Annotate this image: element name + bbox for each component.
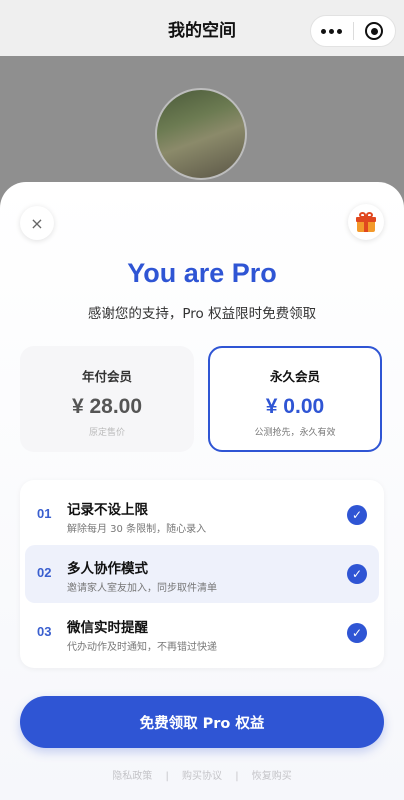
- more-button[interactable]: [311, 16, 353, 46]
- purchase-agreement-link[interactable]: 购买协议: [177, 771, 227, 782]
- feature-description: 解除每月 30 条限制，随心录入: [67, 524, 207, 535]
- plan-price: ¥ 28.00: [71, 395, 143, 418]
- feature-title: 多人协作模式: [67, 561, 148, 577]
- feature-number: 02: [37, 565, 52, 580]
- claim-pro-button[interactable]: 免费领取 Pro 权益: [20, 696, 384, 748]
- restore-purchase-link[interactable]: 恢复购买: [247, 771, 297, 782]
- feature-title: 记录不设上限: [67, 502, 148, 518]
- plan-note: 公测抢先，永久有效: [254, 428, 336, 438]
- more-dots-icon: [321, 28, 343, 34]
- check-icon: ✓: [347, 623, 367, 643]
- feature-description: 代办动作及时通知，不再错过快递: [67, 642, 217, 653]
- list-item: 03 微信实时提醒 代办动作及时通知，不再错过快递 ✓: [25, 604, 379, 662]
- page-title: 我的空间: [168, 20, 236, 41]
- footer-links: 隐私政策 | 购买协议 | 恢复购买: [0, 767, 404, 782]
- footer-separator: |: [235, 771, 239, 782]
- footer-separator: |: [165, 771, 169, 782]
- privacy-policy-link[interactable]: 隐私政策: [107, 771, 157, 782]
- nav-bar: 我的空间: [0, 0, 404, 56]
- plan-name: 年付会员: [81, 369, 132, 384]
- gift-icon: [356, 212, 376, 232]
- target-circle-icon: [365, 22, 384, 40]
- close-miniapp-button[interactable]: [354, 16, 396, 46]
- feature-description: 邀请家人室友加入，同步取件清单: [67, 583, 217, 594]
- plan-name: 永久会员: [269, 369, 320, 384]
- avatar: [155, 88, 247, 180]
- miniapp-capsule: [310, 15, 396, 47]
- gift-button[interactable]: [348, 204, 384, 240]
- list-item: 01 记录不设上限 解除每月 30 条限制，随心录入 ✓: [25, 486, 379, 544]
- check-icon: ✓: [347, 505, 367, 525]
- feature-number: 03: [37, 624, 52, 639]
- plan-card-yearly[interactable]: 年付会员 ¥ 28.00 原定售价: [20, 346, 194, 452]
- close-button[interactable]: ×: [20, 206, 54, 240]
- feature-list: 01 记录不设上限 解除每月 30 条限制，随心录入 ✓ 02 多人协作模式 邀…: [20, 480, 384, 668]
- feature-number: 01: [37, 506, 52, 521]
- check-icon: ✓: [347, 564, 367, 584]
- list-item: 02 多人协作模式 邀请家人室友加入，同步取件清单 ✓: [25, 545, 379, 603]
- sheet-title: You are Pro: [127, 258, 277, 288]
- plan-note: 原定售价: [88, 428, 125, 438]
- plan-card-lifetime[interactable]: 永久会员 ¥ 0.00 公测抢先，永久有效: [208, 346, 382, 452]
- feature-title: 微信实时提醒: [67, 620, 148, 636]
- plan-price: ¥ 0.00: [265, 395, 325, 418]
- close-icon: ×: [30, 213, 44, 233]
- pro-sheet: × You are Pro 感谢您的支持，Pro 权益限时免费领取 年付会员 ¥…: [0, 182, 404, 800]
- sheet-subtitle: 感谢您的支持，Pro 权益限时免费领取: [87, 306, 317, 322]
